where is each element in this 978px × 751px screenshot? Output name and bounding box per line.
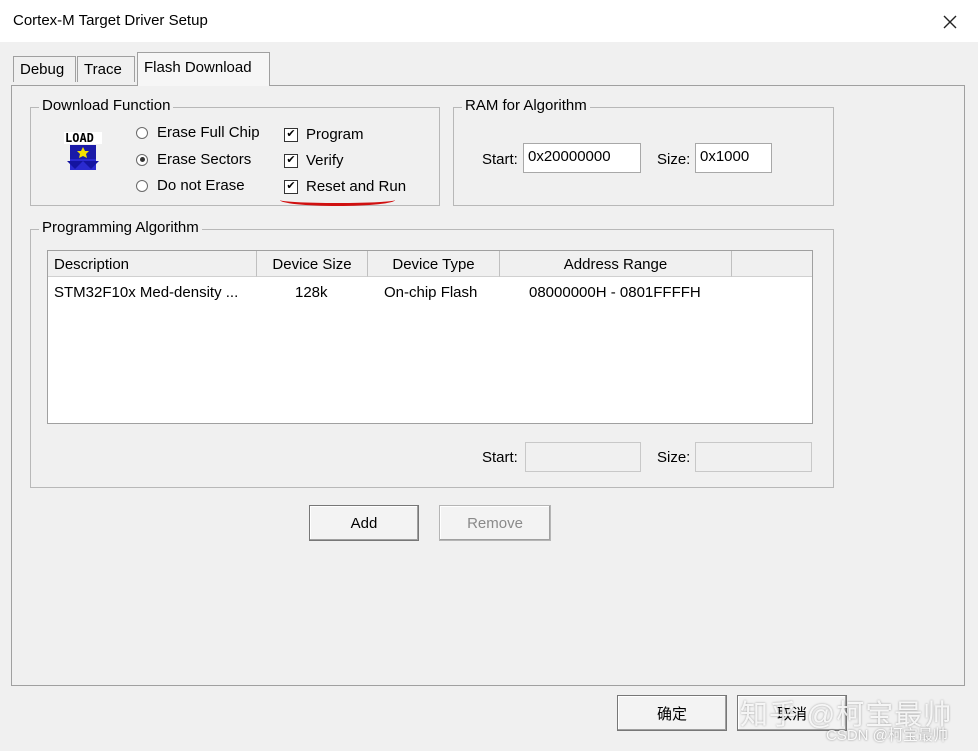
- programming-algorithm-legend: Programming Algorithm: [39, 219, 202, 236]
- algo-size-input: [695, 442, 812, 472]
- checkbox-box[interactable]: ✔: [284, 153, 298, 168]
- checkbox-box[interactable]: ✔: [284, 127, 298, 142]
- close-icon: [943, 15, 957, 29]
- ram-start-label: Start:: [482, 151, 518, 168]
- radio-selected-dot: [139, 157, 145, 162]
- checkbox-label: Program: [306, 126, 364, 143]
- radio-circle[interactable]: [136, 126, 148, 139]
- tab-debug[interactable]: Debug: [13, 56, 76, 82]
- cell-description: STM32F10x Med-density ...: [54, 284, 239, 301]
- radio-circle[interactable]: [136, 179, 148, 192]
- watermark-csdn: CSDN @柯宝最帅: [826, 727, 948, 744]
- column-header-filler: [732, 251, 812, 277]
- tab-flash-download[interactable]: Flash Download: [137, 52, 270, 86]
- cell-device-size: 128k: [295, 284, 328, 301]
- radio-label: Erase Full Chip: [157, 124, 260, 141]
- load-icon-label: LOAD: [65, 131, 94, 145]
- column-header-device-size[interactable]: Device Size: [257, 251, 368, 277]
- checkbox-label: Verify: [306, 152, 344, 169]
- column-header-address-range[interactable]: Address Range: [500, 251, 732, 277]
- column-header-device-type[interactable]: Device Type: [368, 251, 500, 277]
- radio-erase-sectors[interactable]: Erase Sectors: [136, 151, 251, 168]
- checkmark-icon: ✔: [286, 128, 296, 140]
- download-function-legend: Download Function: [39, 97, 174, 114]
- ok-button[interactable]: 确定: [617, 695, 727, 731]
- radio-erase-full-chip[interactable]: Erase Full Chip: [136, 124, 260, 141]
- radio-label: Do not Erase: [157, 177, 245, 194]
- ram-start-input[interactable]: 0x20000000: [523, 143, 641, 173]
- ram-size-input[interactable]: 0x1000: [695, 143, 772, 173]
- remove-button: Remove: [439, 505, 551, 541]
- annotation-underline-reset: [280, 194, 395, 206]
- radio-circle[interactable]: [136, 153, 148, 166]
- algo-start-input: [525, 442, 641, 472]
- algorithm-list[interactable]: Description Device Size Device Type Addr…: [47, 250, 813, 424]
- checkbox-verify[interactable]: ✔ Verify: [284, 152, 344, 169]
- column-header-description[interactable]: Description: [48, 251, 257, 277]
- checkbox-box[interactable]: ✔: [284, 179, 298, 194]
- checkbox-reset-and-run[interactable]: ✔ Reset and Run: [284, 178, 406, 195]
- checkmark-icon: ✔: [286, 180, 296, 192]
- ram-size-label: Size:: [657, 151, 691, 168]
- window-title: Cortex-M Target Driver Setup: [13, 12, 208, 29]
- cell-device-type: On-chip Flash: [384, 284, 478, 301]
- close-button[interactable]: [932, 6, 968, 38]
- radio-do-not-erase[interactable]: Do not Erase: [136, 177, 245, 194]
- radio-label: Erase Sectors: [157, 151, 252, 168]
- checkmark-icon: ✔: [286, 154, 296, 166]
- add-button[interactable]: Add: [309, 505, 419, 541]
- algo-start-label: Start:: [482, 449, 518, 466]
- tab-trace[interactable]: Trace: [77, 56, 135, 82]
- checkbox-label: Reset and Run: [306, 178, 407, 195]
- cell-address-range: 08000000H - 0801FFFFH: [529, 284, 701, 301]
- table-row[interactable]: STM32F10x Med-density ... 128k On-chip F…: [48, 279, 812, 307]
- ram-for-algorithm-legend: RAM for Algorithm: [462, 97, 590, 114]
- load-icon: LOAD: [63, 131, 103, 171]
- checkbox-program[interactable]: ✔ Program: [284, 126, 364, 143]
- algo-size-label: Size:: [657, 449, 691, 466]
